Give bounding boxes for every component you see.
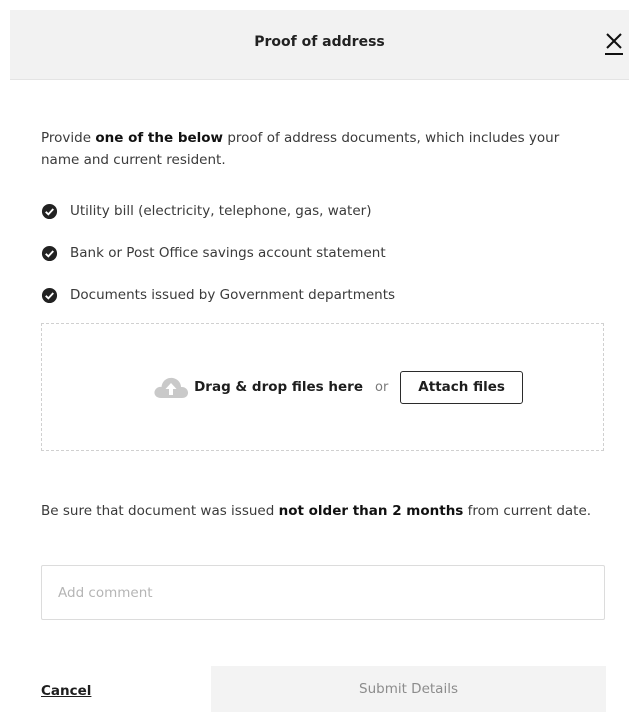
dropzone-or: or xyxy=(374,379,389,395)
requirement-label: Documents issued by Government departmen… xyxy=(70,287,396,303)
close-icon xyxy=(606,33,622,49)
intro-emphasis: one of the below xyxy=(95,130,224,146)
check-circle-icon xyxy=(41,245,58,261)
note-prefix: Be sure that document was issued xyxy=(41,503,279,519)
note-emphasis: not older than 2 months xyxy=(278,503,464,519)
intro-prefix: Provide xyxy=(41,130,96,146)
note-suffix: from current date. xyxy=(463,503,592,519)
check-circle-icon xyxy=(41,287,58,303)
close-underline xyxy=(605,53,623,55)
requirement-label: Utility bill (electricity, telephone, ga… xyxy=(70,203,372,219)
dropzone-text: Drag & drop files here xyxy=(194,379,363,395)
modal-header: Proof of address xyxy=(10,10,629,80)
cancel-link[interactable]: Cancel xyxy=(41,683,91,699)
requirement-item: Documents issued by Government departmen… xyxy=(41,284,601,306)
submit-details-button[interactable]: Submit Details xyxy=(211,666,606,712)
close-button[interactable] xyxy=(603,32,625,55)
requirements-list: Utility bill (electricity, telephone, ga… xyxy=(41,200,601,326)
attach-files-button[interactable]: Attach files xyxy=(400,370,523,404)
intro-text: Provide one of the below proof of addres… xyxy=(41,127,586,171)
dropzone-content: Drag & drop files here or Attach files xyxy=(152,370,523,404)
date-requirement-note: Be sure that document was issued not old… xyxy=(41,499,601,524)
check-circle-icon xyxy=(41,203,58,219)
comment-input[interactable] xyxy=(41,565,605,620)
requirement-item: Utility bill (electricity, telephone, ga… xyxy=(41,200,601,222)
requirement-item: Bank or Post Office savings account stat… xyxy=(41,242,601,264)
modal-title: Proof of address xyxy=(254,34,385,50)
cloud-upload-icon xyxy=(154,377,189,398)
requirement-label: Bank or Post Office savings account stat… xyxy=(70,245,386,261)
file-dropzone[interactable]: Drag & drop files here or Attach files xyxy=(41,323,604,451)
